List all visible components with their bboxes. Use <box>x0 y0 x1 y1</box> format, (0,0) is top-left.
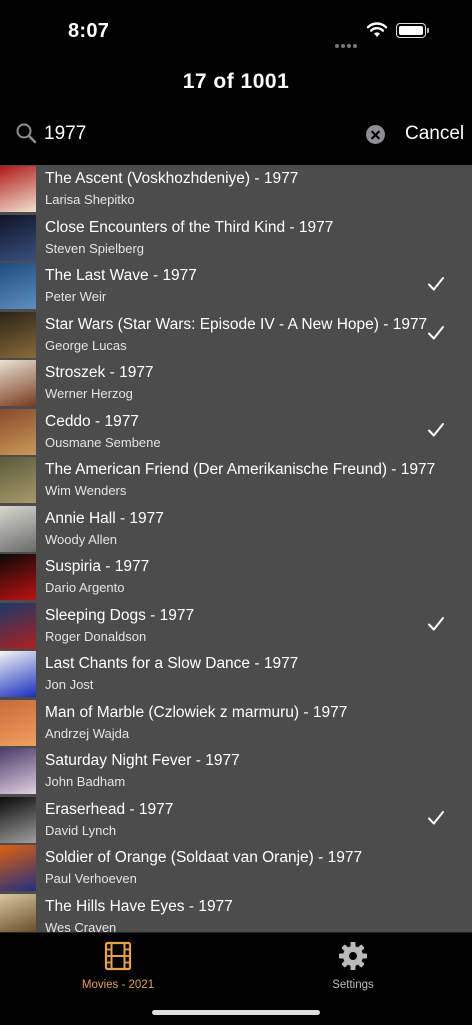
status-bar: 8:07 <box>0 0 472 64</box>
movie-title: Annie Hall - 1977 <box>45 509 164 527</box>
film-icon <box>104 941 132 971</box>
movie-title: Man of Marble (Czlowiek z marmuru) - 197… <box>45 703 348 721</box>
movie-poster <box>0 360 36 406</box>
movie-poster <box>0 505 36 552</box>
movie-title: Sleeping Dogs - 1977 <box>45 606 195 624</box>
movie-poster <box>0 893 36 932</box>
movie-row[interactable]: Star Wars (Star Wars: Episode IV - A New… <box>0 311 472 360</box>
movie-row[interactable]: Stroszek - 1977 Werner Herzog <box>0 359 472 408</box>
movie-title: The Ascent (Voskhozhdeniye) - 1977 <box>45 170 299 187</box>
movie-poster <box>0 263 36 309</box>
movie-row[interactable]: Saturday Night Fever - 1977 John Badham <box>0 747 472 796</box>
movie-poster <box>0 214 36 261</box>
movie-row[interactable]: Eraserhead - 1977 David Lynch <box>0 796 472 845</box>
checkmark-icon <box>428 325 444 339</box>
movie-director: Wes Craven <box>45 919 117 933</box>
movie-poster <box>0 699 36 746</box>
movie-row[interactable]: Last Chants for a Slow Dance - 1977 Jon J… <box>0 650 472 699</box>
movie-director: John Badham <box>45 774 126 789</box>
movie-poster <box>0 602 36 649</box>
tab-settings-label: Settings <box>332 979 374 991</box>
movie-row[interactable]: Sleeping Dogs - 1977 Roger Donaldson <box>0 602 472 651</box>
cellular-signal-icon <box>335 35 359 53</box>
movie-row[interactable]: Soldier of Orange (Soldaat van Oranje) -… <box>0 844 472 893</box>
movie-director: Andrzej Wajda <box>45 725 130 741</box>
movie-poster <box>0 845 36 891</box>
movie-director: Peter Weir <box>45 289 107 304</box>
movie-title: Ceddo - 1977 <box>45 412 139 430</box>
movie-director: Steven Spielberg <box>45 240 145 256</box>
tab-movies-label: Movies - 2021 <box>81 979 155 991</box>
movie-poster <box>0 408 36 455</box>
movie-director: Woody Allen <box>45 531 118 547</box>
movie-row[interactable]: The Last Wave - 1977 Peter Weir <box>0 262 472 311</box>
gear-icon <box>339 942 367 970</box>
movie-title: Eraserhead - 1977 <box>45 800 174 818</box>
movie-director: Roger Donaldson <box>45 628 147 644</box>
movie-row[interactable]: Suspiria - 1977 Dario Argento <box>0 553 472 602</box>
movie-row[interactable]: The Hills Have Eyes - 1977 Wes Craven <box>0 893 472 933</box>
movie-title: The Hills Have Eyes - 1977 <box>45 897 233 915</box>
movie-title: The Last Wave - 1977 <box>45 267 197 284</box>
movie-row[interactable]: The Ascent (Voskhozhdeniye) - 1977 Larisa… <box>0 165 472 214</box>
movie-poster <box>0 166 36 212</box>
movie-poster <box>0 457 36 503</box>
movie-director: Werner Herzog <box>45 386 133 401</box>
movie-title: Star Wars (Star Wars: Episode IV - A New… <box>45 315 428 333</box>
movie-row[interactable]: Annie Hall - 1977 Woody Allen <box>0 505 472 554</box>
movie-poster <box>0 554 36 600</box>
checkmark-icon <box>428 422 444 436</box>
checkmark-icon <box>428 616 444 630</box>
wifi-icon <box>366 22 388 37</box>
movie-row[interactable]: The American Friend (Der Amerikanische F… <box>0 456 472 505</box>
checkmark-icon <box>428 810 444 824</box>
movie-title: Suspiria - 1977 <box>45 558 150 575</box>
battery-icon <box>396 23 429 38</box>
home-indicator <box>152 1010 320 1015</box>
movie-list[interactable]: The Ascent (Voskhozhdeniye) - 1977 Larisa… <box>0 165 472 932</box>
movie-director: Paul Verhoeven <box>45 871 137 886</box>
status-time: 8:07 <box>68 20 110 42</box>
movie-director: Ousmane Sembene <box>45 434 161 450</box>
movie-director: Larisa Shepitko <box>45 192 135 207</box>
search-icon <box>16 123 37 144</box>
search-input[interactable] <box>44 118 354 150</box>
movie-title: Stroszek - 1977 <box>45 364 154 381</box>
movie-poster <box>0 748 36 794</box>
clear-search-icon[interactable] <box>366 125 385 144</box>
tab-settings[interactable]: Settings <box>278 941 428 991</box>
movie-poster <box>0 651 36 697</box>
movie-poster <box>0 311 36 358</box>
movie-title: Last Chants for a Slow Dance - 1977 <box>45 655 299 672</box>
checkmark-icon <box>428 277 444 291</box>
movie-poster <box>0 796 36 843</box>
search-bar: Cancel <box>0 112 472 156</box>
movie-director: Wim Wenders <box>45 483 127 498</box>
tab-movies[interactable]: Movies - 2021 <box>43 941 193 991</box>
movie-director: Jon Jost <box>45 677 94 692</box>
movie-title: Saturday Night Fever - 1977 <box>45 752 240 769</box>
cancel-button[interactable]: Cancel <box>405 123 464 145</box>
movie-director: Dario Argento <box>45 580 125 595</box>
movie-director: George Lucas <box>45 337 127 353</box>
movie-director: David Lynch <box>45 822 117 838</box>
movie-title: Close Encounters of the Third Kind - 197… <box>45 218 334 236</box>
page-title: 17 of 1001 <box>182 70 290 93</box>
movie-row[interactable]: Close Encounters of the Third Kind - 197… <box>0 214 472 263</box>
movie-title: The American Friend (Der Amerikanische F… <box>45 461 436 478</box>
movie-row[interactable]: Ceddo - 1977 Ousmane Sembene <box>0 408 472 457</box>
movie-title: Soldier of Orange (Soldaat van Oranje) -… <box>45 849 363 866</box>
movie-row[interactable]: Man of Marble (Czlowiek z marmuru) - 197… <box>0 699 472 748</box>
